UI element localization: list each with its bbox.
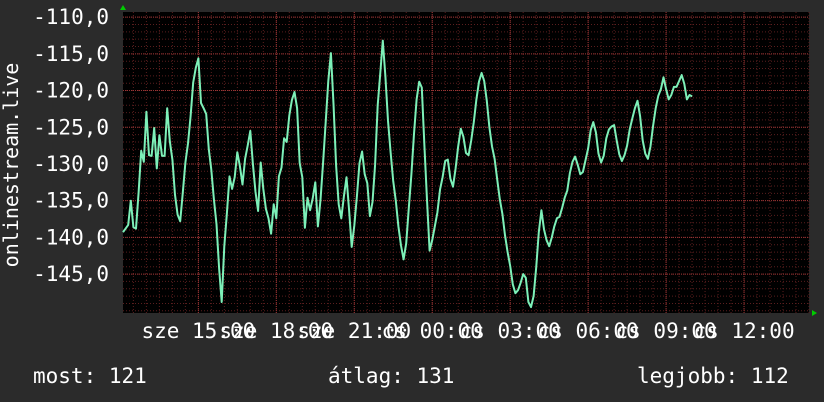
- y-tick-label: -140,0: [33, 225, 109, 249]
- y-tick-label: -125,0: [33, 115, 109, 139]
- average-value-stat: átlag: 131: [328, 362, 454, 390]
- plot-area: [123, 12, 809, 313]
- average-value-label: átlag:: [328, 364, 404, 388]
- current-value-label: most:: [33, 364, 97, 388]
- x-axis-ticks: sze 15:00sze 18:00sze 21:00cs 00:00cs 03…: [141, 319, 794, 343]
- best-value-label: legjobb:: [637, 364, 739, 388]
- y-tick-label: -115,0: [33, 42, 109, 66]
- y-axis-arrow: [120, 5, 126, 10]
- current-value: 121: [108, 364, 147, 388]
- x-axis-arrow: [812, 310, 817, 316]
- y-tick-label: -145,0: [33, 262, 109, 286]
- y-axis-title: onlinestream.live: [0, 63, 23, 268]
- y-tick-label: -130,0: [33, 152, 109, 176]
- chart: -110,0 -115,0 -120,0 -125,0 -130,0 -135,0 -140…: [0, 5, 817, 343]
- current-value-stat: most: 121: [33, 362, 147, 390]
- y-tick-label: -110,0: [33, 5, 109, 29]
- y-tick-label: -135,0: [33, 189, 109, 213]
- y-axis-ticks: -110,0 -115,0 -120,0 -125,0 -130,0 -135,0 -140…: [33, 5, 109, 286]
- y-tick-label: -120,0: [33, 79, 109, 103]
- best-value: 112: [750, 364, 789, 388]
- x-tick-label: cs 12:00: [693, 319, 794, 343]
- average-value: 131: [416, 364, 455, 388]
- best-value-stat: legjobb: 112: [637, 362, 789, 390]
